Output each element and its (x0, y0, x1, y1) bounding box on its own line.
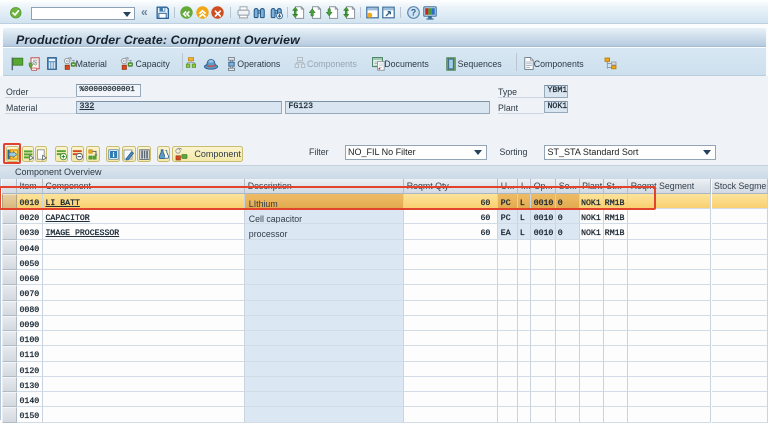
svg-text:i: i (112, 150, 114, 159)
svg-text:?: ? (410, 8, 416, 18)
